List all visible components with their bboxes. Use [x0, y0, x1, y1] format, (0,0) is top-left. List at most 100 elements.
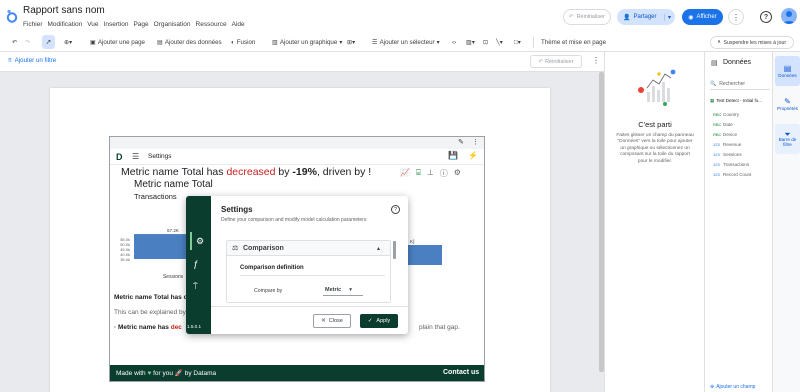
add-field-button[interactable]: ⊕ Ajouter un champ	[710, 384, 755, 390]
add-filter-button[interactable]: ≡ Ajouter un filtre	[8, 57, 56, 64]
suspend-updates-button[interactable]: ⏸ Suspendre les mises à jour	[710, 36, 794, 49]
community-viz-icon[interactable]: ⊞▾	[347, 37, 355, 48]
menu-ressource[interactable]: Ressource	[196, 21, 227, 28]
shape-icon[interactable]: □▾	[514, 37, 521, 48]
data-source[interactable]: ▦ Test Detect - Initial fo...	[710, 98, 762, 104]
headline: Metric name Total has decreased by -19%,…	[121, 166, 372, 178]
help-icon[interactable]: ?	[391, 205, 400, 214]
merge-icon: ◐	[231, 39, 235, 46]
data-panel: ▤ Données 🔍 Rechercher ▦ Test Detect - Ini…	[704, 52, 772, 392]
field-item[interactable]: 123 Transactions	[713, 160, 749, 169]
share-button[interactable]: 👤 Partager ▾	[617, 9, 675, 25]
avatar[interactable]	[781, 8, 797, 24]
compare-by-select[interactable]: Metric ▾	[323, 285, 363, 296]
scale-icon: ⚖	[232, 245, 239, 252]
field-item[interactable]: 123 Record Count	[713, 170, 751, 179]
text-icon[interactable]: ⊡	[483, 37, 488, 48]
pause-icon: ⏸	[717, 39, 721, 45]
add-control-button[interactable]: ☰ Ajouter un sélecteur ▾	[372, 37, 440, 48]
field-item[interactable]: RBC Country	[713, 110, 739, 119]
bar-right	[408, 245, 442, 265]
divider	[211, 306, 408, 307]
chevron-up-icon[interactable]: ▴	[377, 245, 380, 252]
tree-icon[interactable]: ⊥	[427, 168, 434, 179]
comparison-header[interactable]: ⚖ Comparison ▴	[227, 241, 390, 256]
filter-reset-button[interactable]: ↶ Réinitialiser	[530, 55, 582, 68]
report-page[interactable]: ✎ ⋮ D ☰ Settings 💾 ⚡ Metric name Total h…	[50, 88, 550, 392]
add-chart-button[interactable]: ▥ Ajouter un graphique ▾	[272, 37, 342, 48]
chart-illustration-icon	[638, 69, 676, 106]
widget-header: D ☰ Settings 💾 ⚡	[110, 149, 484, 165]
insight-text: This can be explained by	[114, 309, 186, 316]
add-page-button[interactable]: ▣ Ajouter une page	[90, 37, 145, 48]
bar-value-label: 57.2K	[167, 228, 180, 233]
line-chart-icon[interactable]: 📈	[400, 168, 410, 179]
line-icon[interactable]: ╲▾	[496, 37, 503, 48]
datama-brand-icon[interactable]: ⚡	[468, 151, 478, 160]
more-vert-icon[interactable]: ⋮	[592, 56, 600, 65]
insight-bullet: · Metric name has dec	[114, 324, 182, 331]
help-icon[interactable]: ?	[760, 11, 772, 23]
tab-data[interactable]: ▤ Données	[775, 56, 800, 86]
settings-label[interactable]: Settings	[148, 153, 172, 160]
chart-icon: ▥	[272, 39, 278, 46]
field-item[interactable]: 123 Sessions	[713, 150, 742, 159]
menu-vue[interactable]: Vue	[87, 21, 98, 28]
add-page-icon: ▣	[90, 39, 96, 46]
function-icon[interactable]: ƒ	[193, 259, 198, 269]
zoom-icon[interactable]: ⊕▾	[64, 37, 72, 48]
image-icon[interactable]: ▨▾	[466, 37, 475, 48]
check-icon: ✓	[367, 318, 373, 324]
pencil-icon: ✎	[784, 97, 791, 106]
menu-modification[interactable]: Modification	[48, 21, 83, 28]
merge-button[interactable]: ◐ Fusion	[231, 37, 255, 48]
close-button[interactable]: ✕ Close	[313, 314, 351, 328]
add-data-button[interactable]: ▤ Ajouter des données	[157, 37, 222, 48]
more-vert-icon[interactable]: ⋮	[728, 9, 744, 25]
dialog-sidebar: ⚙ ƒ ⍑ 1.5.0.1	[186, 196, 211, 334]
report-title[interactable]: Rapport sans nom	[23, 5, 105, 16]
code-icon[interactable]: ‹›	[452, 37, 456, 48]
menu-organisation[interactable]: Organisation	[154, 21, 191, 28]
field-item[interactable]: RBC Device	[713, 130, 737, 139]
undo-icon[interactable]: ↶	[12, 37, 17, 48]
field-item[interactable]: RBC Date	[713, 120, 733, 129]
hamburger-icon[interactable]: ☰	[132, 152, 139, 161]
menu-page[interactable]: Page	[133, 21, 148, 28]
apply-button[interactable]: ✓ Apply	[360, 314, 398, 328]
reset-button[interactable]: ↶ Réinitialiser	[563, 9, 611, 25]
dialog-description: Define your comparison and modify model …	[221, 217, 367, 223]
theme-button[interactable]: Thème et mise en page	[541, 37, 606, 48]
menu-insertion[interactable]: Insertion	[104, 21, 129, 28]
tab-filter-bar[interactable]: ⏷ Barre de filtre	[775, 124, 800, 154]
view-button[interactable]: ◉ Afficher	[682, 9, 723, 25]
widget-edit-strip: ✎ ⋮	[110, 137, 484, 149]
search-input[interactable]: 🔍 Rechercher	[710, 78, 770, 90]
toolbar: ↶ ↷ ➚ ⊕▾ ▣ Ajouter une page ▤ Ajouter des …	[0, 33, 800, 52]
tab-properties[interactable]: ✎ Propriétés	[775, 90, 800, 118]
redo-icon[interactable]: ↷	[25, 37, 30, 48]
filter-icon: ≡	[8, 57, 12, 64]
field-item[interactable]: 123 Revenue	[713, 140, 741, 149]
help-icon[interactable]: ⓘ	[440, 168, 448, 179]
share-dropdown-icon[interactable]: ▾	[663, 13, 671, 21]
menu-fichier[interactable]: Fichier	[23, 21, 43, 28]
filter-t-icon[interactable]: ⍑	[193, 282, 198, 292]
select-cursor-icon[interactable]: ➚	[42, 35, 55, 49]
bar-compare-icon[interactable]: ⌸	[416, 168, 421, 179]
contact-link[interactable]: Contact us	[443, 369, 479, 376]
edit-pencil-icon[interactable]: ✎	[458, 138, 464, 146]
add-person-icon: 👤	[623, 14, 631, 21]
version-label: 1.5.0.1	[187, 324, 202, 329]
looker-studio-logo[interactable]	[6, 9, 18, 23]
menu-aide[interactable]: Aide	[232, 21, 245, 28]
dialog-scrollbar[interactable]	[393, 241, 396, 259]
gear-icon[interactable]: ⚙	[454, 168, 461, 179]
gear-icon[interactable]: ⚙	[190, 232, 208, 250]
top-bar: Rapport sans nom Fichier Modification Vu…	[0, 0, 800, 33]
save-icon[interactable]: 💾	[448, 151, 458, 160]
more-vert-icon[interactable]: ⋮	[472, 138, 479, 146]
dialog-title: Settings	[221, 205, 253, 214]
widget-view-icons: 📈 ⌸ ⊥ ⓘ ⚙	[400, 168, 461, 179]
search-icon: 🔍	[710, 80, 717, 87]
